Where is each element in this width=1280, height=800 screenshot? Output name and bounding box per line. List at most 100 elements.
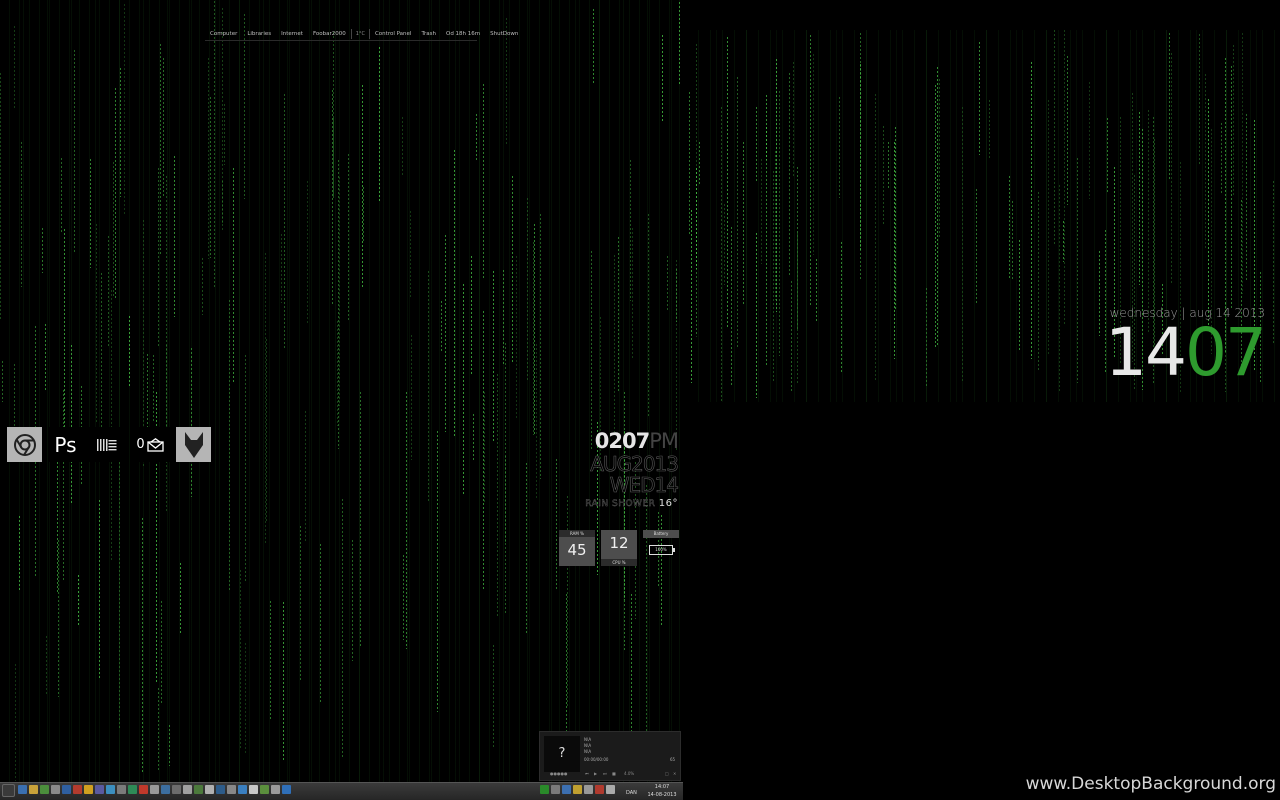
- battery-icon: 100%: [649, 545, 675, 555]
- rain-streak: [556, 458, 557, 589]
- tray-icon[interactable]: [573, 785, 582, 794]
- taskbar-app-icon[interactable]: [40, 785, 49, 794]
- tray-icon[interactable]: [562, 785, 571, 794]
- tray-icon[interactable]: [551, 785, 560, 794]
- tray-icon[interactable]: [595, 785, 604, 794]
- rain-streak: [773, 170, 774, 382]
- foobar-launcher[interactable]: [89, 427, 124, 462]
- rain-streak: [648, 214, 649, 419]
- close-icon[interactable]: ✕: [673, 771, 676, 776]
- previous-icon[interactable]: ⏮: [585, 771, 589, 776]
- topbar-foobar2000[interactable]: Foobar2000: [308, 31, 351, 37]
- taskbar-app-icon[interactable]: [18, 785, 27, 794]
- stop-icon[interactable]: ■: [612, 771, 616, 776]
- rain-streak: [191, 348, 192, 498]
- rain-streak: [505, 342, 506, 615]
- taskbar-app-icon[interactable]: [62, 785, 71, 794]
- rain-streak: [57, 441, 58, 594]
- rain-streak: [793, 61, 794, 178]
- rain-streak: [352, 539, 353, 662]
- rain-streak: [129, 315, 130, 388]
- photoshop-launcher[interactable]: Ps: [48, 427, 83, 462]
- start-button[interactable]: [2, 784, 15, 797]
- rain-streak: [776, 58, 777, 313]
- taskbar-app-icon[interactable]: [183, 785, 192, 794]
- taskbar-app-icon[interactable]: [282, 785, 291, 794]
- next-icon[interactable]: ⏭: [603, 771, 607, 776]
- taskbar-app-icon[interactable]: [172, 785, 181, 794]
- rain-streak: [120, 68, 121, 197]
- taskbar-app-icon[interactable]: [271, 785, 280, 794]
- taskbar-app-icon[interactable]: [249, 785, 258, 794]
- rain-streak: [591, 251, 592, 452]
- rain-streak: [976, 188, 977, 305]
- rating-stars-icon[interactable]: ●●●●●: [550, 771, 567, 776]
- rain-streak: [46, 636, 47, 697]
- cpu-label: CPU %: [601, 559, 637, 566]
- maximize-icon[interactable]: □: [665, 771, 669, 776]
- topbar-internet[interactable]: Internet: [276, 31, 308, 37]
- taskbar-app-icon[interactable]: [84, 785, 93, 794]
- rain-streak: [406, 392, 407, 650]
- rain-streak: [632, 227, 633, 360]
- taskbar-app-icon[interactable]: [73, 785, 82, 794]
- taskbar-app-icon[interactable]: [106, 785, 115, 794]
- tray-clock[interactable]: 14:07 14-08-2013: [642, 783, 682, 799]
- rain-streak: [108, 236, 109, 349]
- taskbar-app-icon[interactable]: [161, 785, 170, 794]
- tray-icon[interactable]: [584, 785, 593, 794]
- rain-streak: [883, 125, 884, 224]
- firefox-launcher[interactable]: [176, 427, 211, 462]
- taskbar-app-icon[interactable]: [117, 785, 126, 794]
- rain-streak: [540, 213, 541, 480]
- rain-streak: [810, 34, 811, 306]
- chrome-launcher[interactable]: [7, 427, 42, 462]
- rain-streak: [516, 256, 517, 421]
- taskbar-app-icon[interactable]: [194, 785, 203, 794]
- topbar-shutdown[interactable]: ShutDown: [485, 31, 523, 37]
- rain-streak: [761, 159, 762, 264]
- rain-streak: [363, 186, 364, 242]
- taskbar-app-icon[interactable]: [95, 785, 104, 794]
- rain-streak: [284, 93, 285, 350]
- topbar-libraries[interactable]: Libraries: [242, 31, 276, 37]
- fox-icon: [184, 431, 203, 458]
- rain-streak: [115, 87, 116, 300]
- rain-streak: [493, 644, 494, 748]
- taskbar-app-icon[interactable]: [227, 785, 236, 794]
- mail-launcher[interactable]: 0: [130, 427, 170, 462]
- rain-streak: [471, 256, 472, 375]
- play-icon[interactable]: ▶: [594, 771, 597, 776]
- taskbar-app-icon[interactable]: [150, 785, 159, 794]
- rain-streak: [1148, 109, 1149, 333]
- taskbar-app-icon[interactable]: [128, 785, 137, 794]
- rain-streak: [662, 34, 663, 121]
- rain-streak: [222, 8, 223, 232]
- rain-streak: [1199, 34, 1200, 165]
- taskbar-app-icon[interactable]: [216, 785, 225, 794]
- taskbar-app-icon[interactable]: [205, 785, 214, 794]
- tray-icon[interactable]: [540, 785, 549, 794]
- rain-streak: [534, 224, 535, 434]
- taskbar-app-icon[interactable]: [139, 785, 148, 794]
- topbar-control-panel[interactable]: Control Panel: [370, 31, 416, 37]
- taskbar-app-icon[interactable]: [260, 785, 269, 794]
- taskbar-app-icon[interactable]: [238, 785, 247, 794]
- tray-icon[interactable]: [606, 785, 615, 794]
- rain-streak: [445, 235, 446, 432]
- rain-streak: [163, 58, 164, 197]
- rain-streak: [333, 117, 334, 197]
- taskbar-app-icon[interactable]: [51, 785, 60, 794]
- rain-streak: [19, 516, 20, 590]
- rain-streak: [593, 9, 594, 84]
- rain-streak: [939, 78, 940, 239]
- rain-streak: [512, 176, 513, 363]
- topbar-trash[interactable]: Trash: [416, 31, 441, 37]
- tray-language[interactable]: DAN: [626, 790, 637, 796]
- rain-streak: [214, 0, 215, 288]
- rain-streak: [142, 518, 143, 774]
- taskbar-app-icon[interactable]: [29, 785, 38, 794]
- rain-streak: [493, 271, 494, 443]
- topbar-computer[interactable]: Computer: [205, 31, 242, 37]
- track-time: 00:00/00:00: [584, 757, 609, 762]
